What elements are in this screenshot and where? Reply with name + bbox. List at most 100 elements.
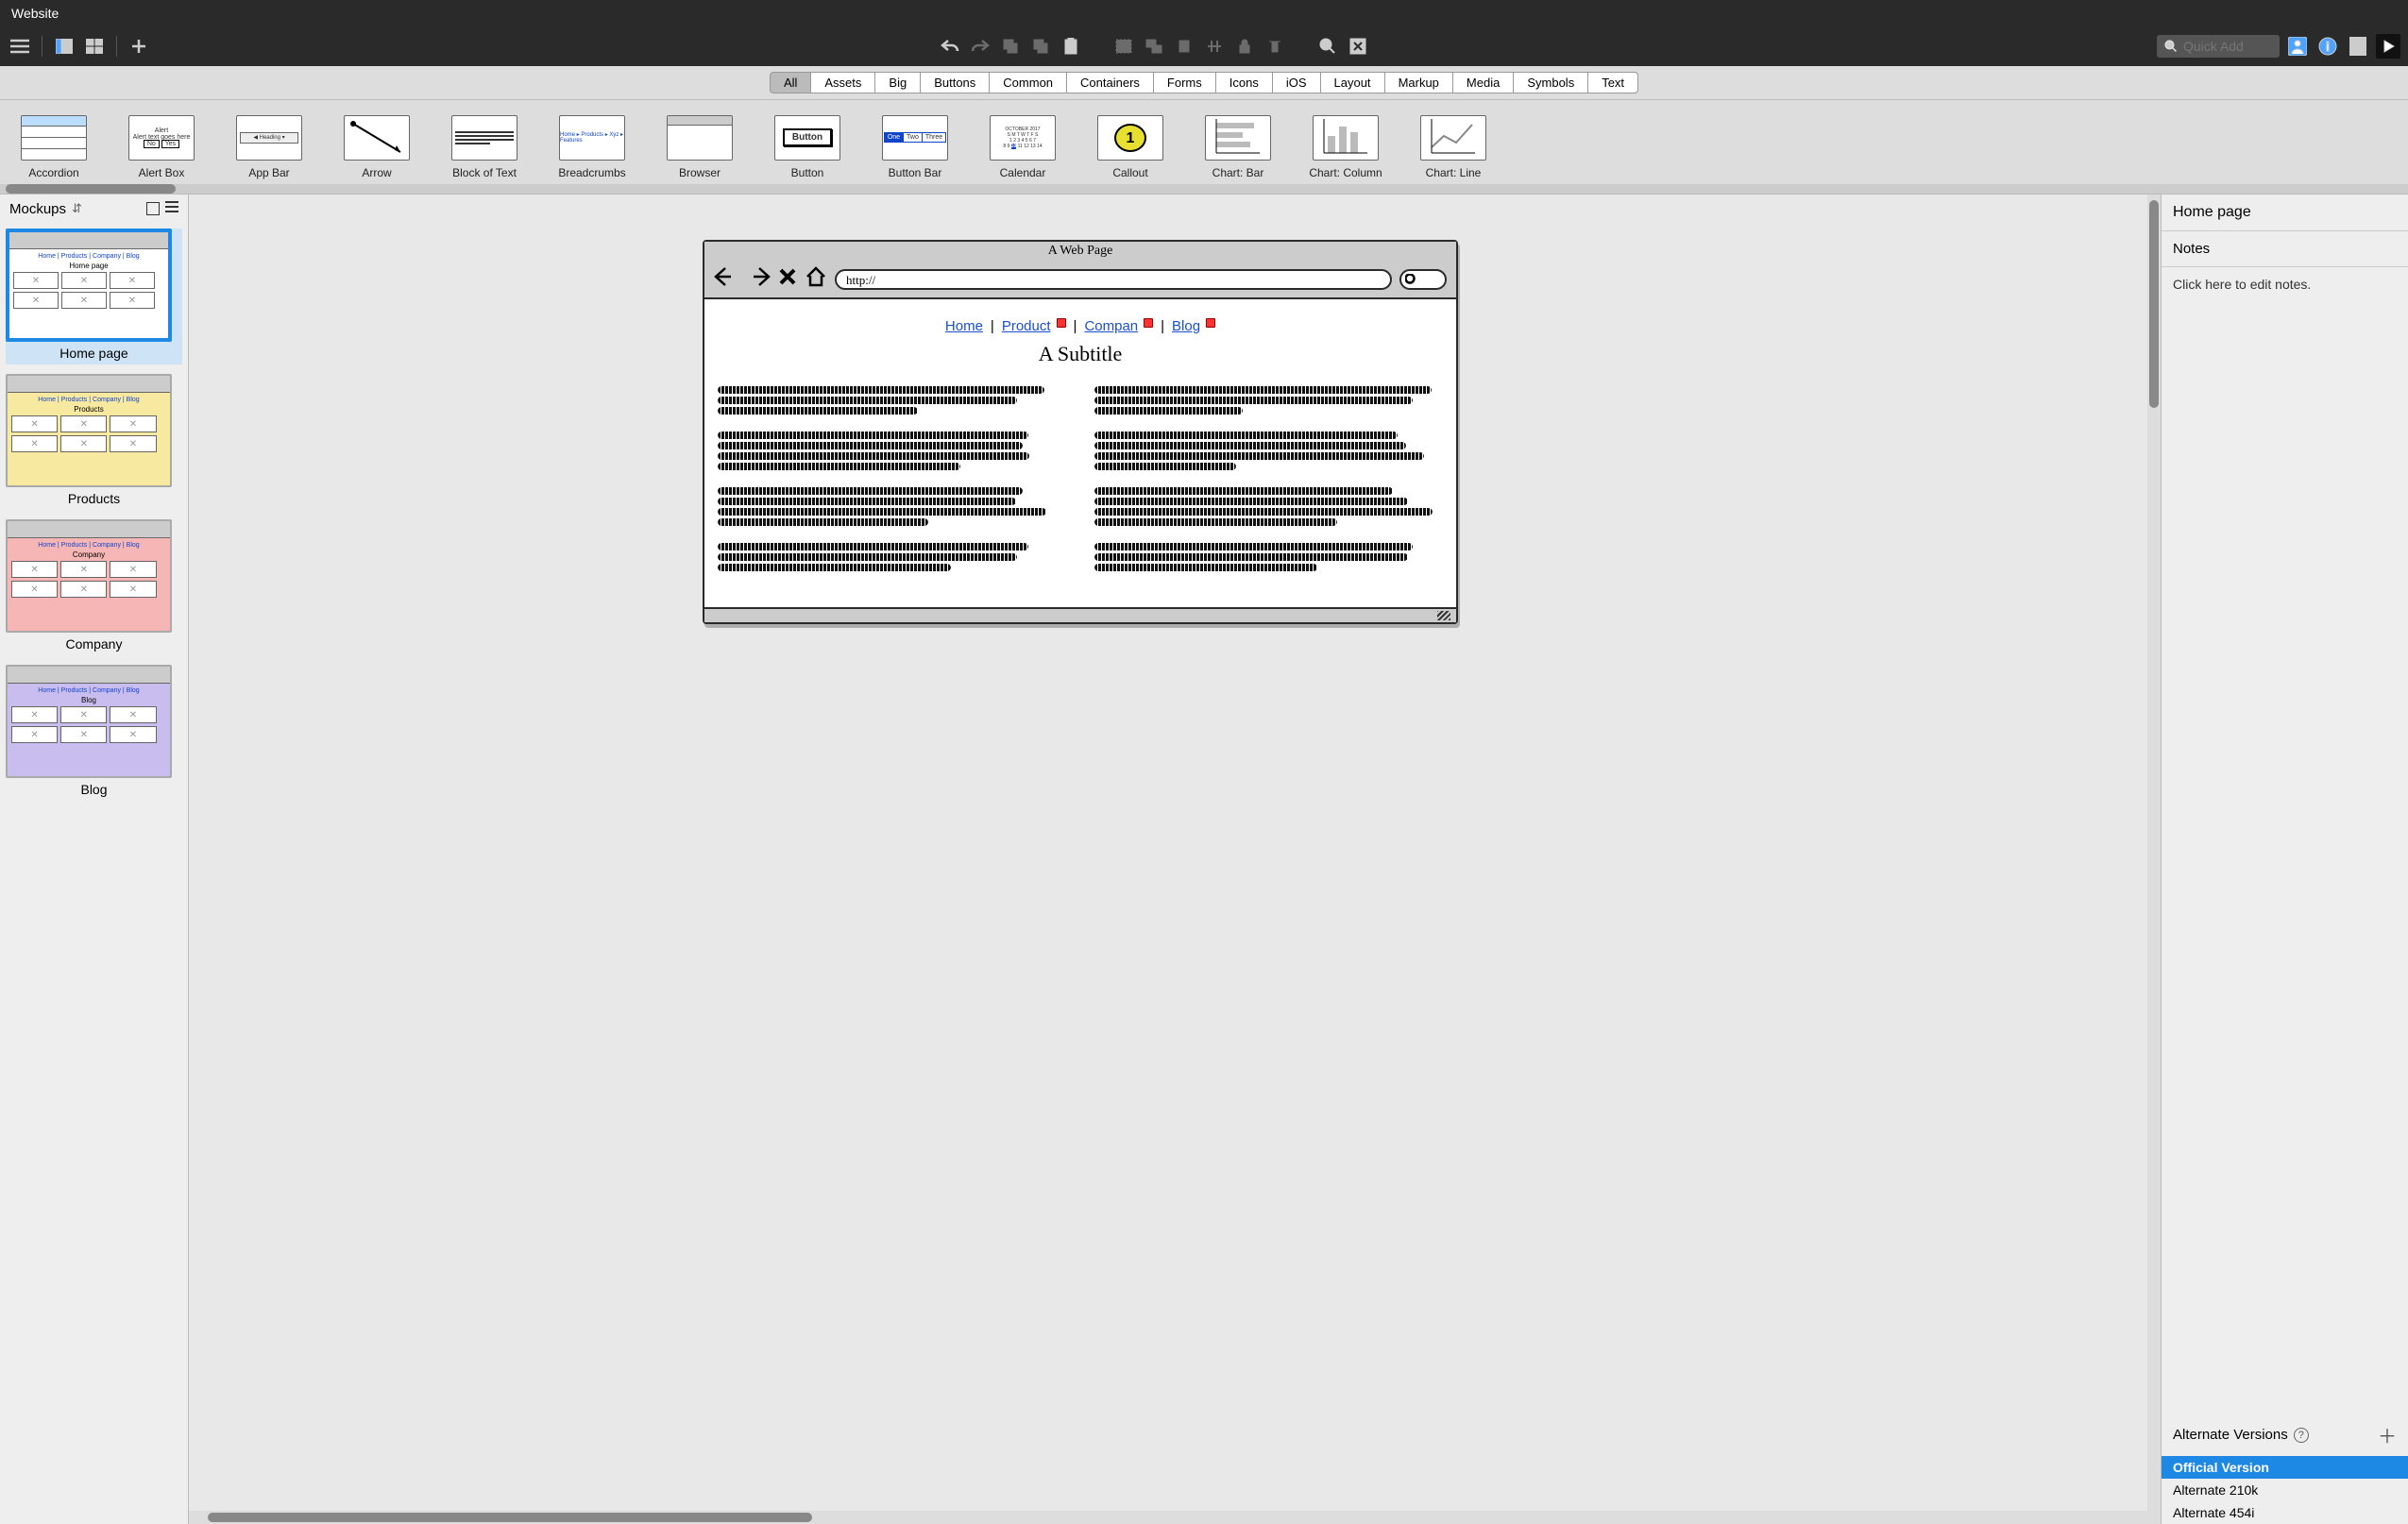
browser-page-title: A Web Page	[704, 242, 1456, 261]
clipboard-icon[interactable]	[1059, 34, 1083, 59]
lock-icon[interactable]	[1232, 34, 1257, 59]
trash-icon[interactable]	[1263, 34, 1287, 59]
library-item-button[interactable]: ButtonButton	[765, 115, 850, 179]
notes-header: Notes	[2162, 231, 2408, 267]
mockup-thumb-products[interactable]: Home | Products | Company | BlogProducts…	[6, 374, 182, 510]
library-item-alert-box[interactable]: AlertAlert text goes hereNo YesAlert Box	[119, 115, 204, 179]
library-item-chart--line[interactable]: Chart: Line	[1411, 115, 1496, 179]
library-item-block-of-text[interactable]: Block of Text	[442, 115, 527, 179]
category-tab-markup[interactable]: Markup	[1384, 72, 1453, 93]
svg-text:i: i	[2326, 39, 2330, 54]
mockups-header: Mockups	[9, 201, 66, 217]
ui-library: Accordion AlertAlert text goes hereNo Yes…	[0, 100, 2408, 195]
page-subtitle: A Subtitle	[718, 342, 1443, 366]
category-tab-media[interactable]: Media	[1452, 72, 1514, 93]
user-icon[interactable]	[2285, 34, 2310, 59]
inspector-panel: Home page Notes Click here to edit notes…	[2161, 195, 2408, 1524]
page-nav: Home|Product|Compan|Blog	[718, 318, 1443, 334]
mockup-thumb-blog[interactable]: Home | Products | Company | BlogBlog✕✕✕✕…	[6, 665, 182, 801]
browser-mockup[interactable]: A Web Page http:// Home|Product|Compan|B…	[703, 240, 1458, 624]
category-tab-layout[interactable]: Layout	[1320, 72, 1385, 93]
mockups-panel: Mockups ⇵ Home | Products | Company | Bl…	[0, 195, 189, 1524]
ungroup-icon[interactable]	[1142, 34, 1166, 59]
category-tabs: AllAssetsBigButtonsCommonContainersForms…	[0, 66, 2408, 100]
main-toolbar: i	[0, 26, 2408, 66]
group-icon[interactable]	[1111, 34, 1136, 59]
zoom-icon[interactable]	[1315, 34, 1340, 59]
page-nav-link-blog[interactable]: Blog	[1172, 318, 1200, 334]
properties-icon[interactable]	[2346, 34, 2370, 59]
link-marker-icon	[1057, 318, 1066, 328]
add-version-icon[interactable]: ＋	[2378, 1421, 2397, 1448]
alternate-versions-header: Alternate Versions	[2173, 1427, 2288, 1443]
list-view-icon[interactable]	[165, 200, 178, 217]
align-icon[interactable]	[1202, 34, 1227, 59]
info-icon[interactable]: i	[2315, 34, 2340, 59]
hierarchy-icon[interactable]: ⇵	[72, 201, 82, 216]
library-item-arrow[interactable]: Arrow	[334, 115, 419, 179]
library-scrollbar[interactable]	[0, 184, 2408, 194]
category-tab-big[interactable]: Big	[874, 72, 921, 93]
stop-icon[interactable]	[778, 267, 797, 291]
version-alternate-210k[interactable]: Alternate 210k	[2162, 1479, 2408, 1501]
mockup-thumb-company[interactable]: Home | Products | Company | BlogCompany✕…	[6, 519, 182, 655]
undo-icon[interactable]	[938, 34, 962, 59]
bring-front-icon[interactable]	[1172, 34, 1196, 59]
help-icon[interactable]: ?	[2294, 1428, 2309, 1443]
canvas[interactable]: A Web Page http:// Home|Product|Compan|B…	[189, 195, 2161, 1524]
page-nav-link-home[interactable]: Home	[945, 318, 983, 334]
page-nav-link-company[interactable]: Compan	[1084, 318, 1138, 334]
category-tab-common[interactable]: Common	[989, 72, 1067, 93]
forward-icon[interactable]	[746, 266, 771, 292]
versions-list: Official VersionAlternate 210kAlternate …	[2162, 1456, 2408, 1524]
single-view-icon[interactable]	[146, 202, 160, 215]
browser-search[interactable]	[1399, 269, 1447, 290]
grid-view-icon[interactable]	[82, 34, 107, 59]
version-alternate-454i[interactable]: Alternate 454i	[2162, 1501, 2408, 1524]
library-item-browser[interactable]: Browser	[657, 115, 742, 179]
library-item-accordion[interactable]: Accordion	[11, 115, 96, 179]
zoom-fit-icon[interactable]	[1346, 34, 1370, 59]
category-tab-ios[interactable]: iOS	[1272, 72, 1321, 93]
paste-icon[interactable]	[1028, 34, 1053, 59]
window-title: Website	[0, 0, 2408, 26]
category-tab-buttons[interactable]: Buttons	[920, 72, 990, 93]
text-column-right	[1094, 383, 1443, 588]
mockup-thumb-home-page[interactable]: Home | Products | Company | BlogHome pag…	[6, 229, 182, 364]
redo-icon[interactable]	[968, 34, 992, 59]
page-nav-link-products[interactable]: Product	[1002, 318, 1051, 334]
category-tab-symbols[interactable]: Symbols	[1513, 72, 1588, 93]
resize-grip-icon[interactable]	[1437, 611, 1450, 620]
category-tab-assets[interactable]: Assets	[810, 72, 875, 93]
category-tab-text[interactable]: Text	[1587, 72, 1638, 93]
library-item-button-bar[interactable]: OneTwoThreeButton Bar	[873, 115, 958, 179]
back-icon[interactable]	[714, 266, 738, 292]
link-marker-icon	[1144, 318, 1153, 328]
canvas-vertical-scrollbar[interactable]	[2147, 195, 2161, 1511]
quick-add-input[interactable]	[2183, 39, 2268, 54]
library-item-chart--bar[interactable]: Chart: Bar	[1196, 115, 1280, 179]
category-tab-containers[interactable]: Containers	[1066, 72, 1154, 93]
library-item-chart--column[interactable]: Chart: Column	[1303, 115, 1388, 179]
address-bar[interactable]: http://	[835, 269, 1392, 290]
library-item-app-bar[interactable]: ◀ Heading ▾App Bar	[227, 115, 312, 179]
library-item-calendar[interactable]: OCTOBER 2017S M T W T F S1 2 3 4 5 6 78 …	[980, 115, 1065, 179]
link-marker-icon	[1206, 318, 1215, 328]
panel-left-icon[interactable]	[52, 34, 76, 59]
copy-icon[interactable]	[998, 34, 1023, 59]
add-icon[interactable]	[127, 34, 151, 59]
quick-add-box[interactable]	[2157, 35, 2280, 58]
category-tab-all[interactable]: All	[770, 72, 811, 93]
menu-icon[interactable]	[8, 34, 32, 59]
text-column-left	[718, 383, 1066, 588]
category-tab-forms[interactable]: Forms	[1153, 72, 1216, 93]
category-tab-icons[interactable]: Icons	[1215, 72, 1273, 93]
library-item-callout[interactable]: 1Callout	[1088, 115, 1173, 179]
version-official-version[interactable]: Official Version	[2162, 1456, 2408, 1479]
library-item-breadcrumbs[interactable]: Home ▸ Products ▸ Xyz ▸ FeaturesBreadcru…	[550, 115, 635, 179]
canvas-horizontal-scrollbar[interactable]	[189, 1511, 2161, 1524]
play-icon[interactable]	[2376, 34, 2400, 59]
home-icon[interactable]	[805, 266, 827, 292]
notes-field[interactable]: Click here to edit notes.	[2162, 267, 2408, 1414]
inspector-title: Home page	[2162, 195, 2408, 231]
